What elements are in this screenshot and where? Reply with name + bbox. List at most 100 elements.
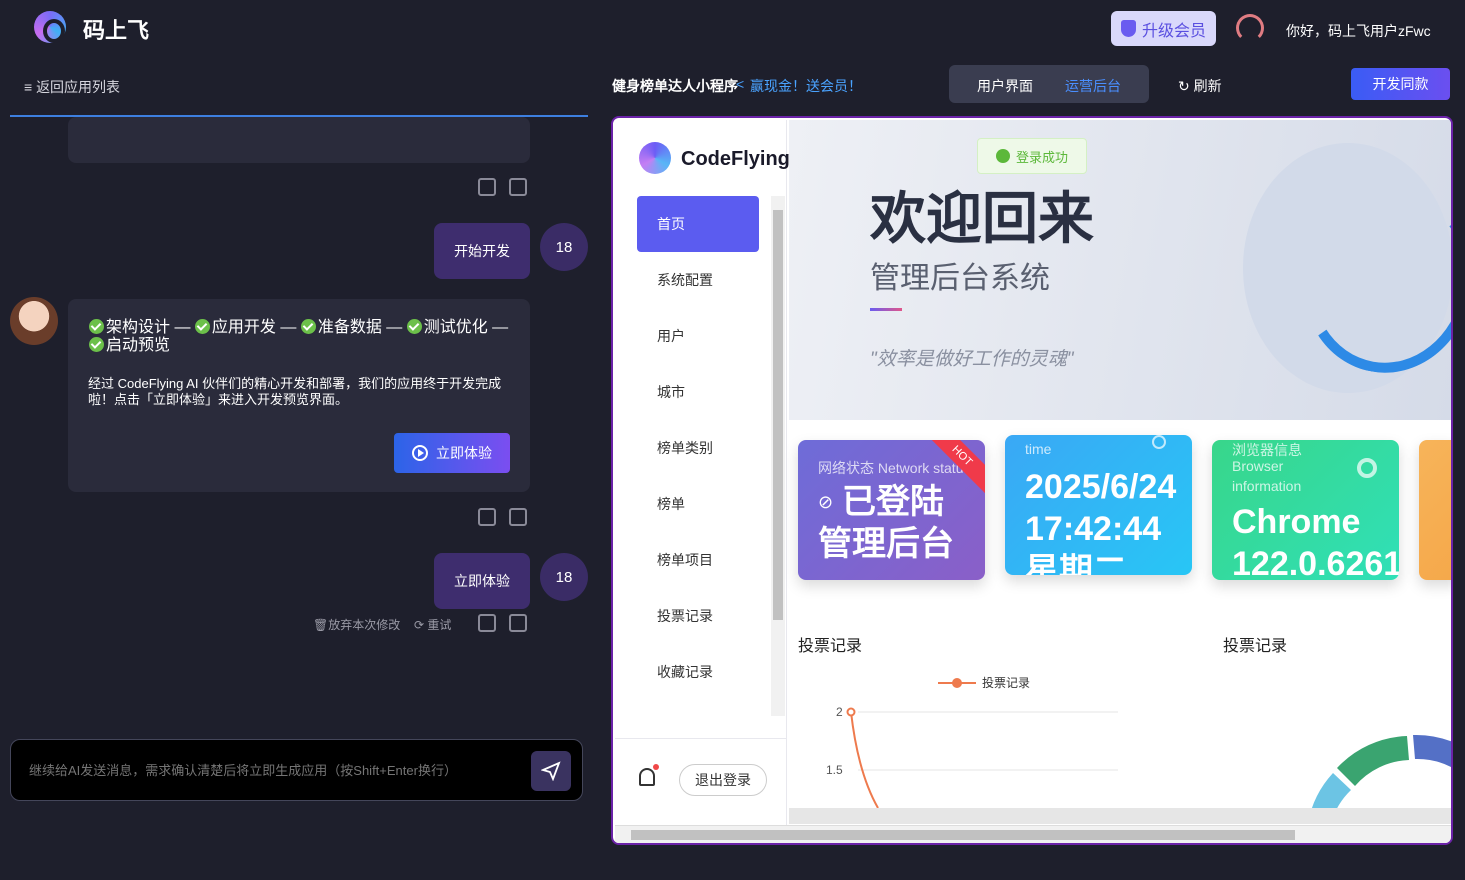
scrollbar-thumb[interactable] [773,210,783,620]
upgrade-label: 升级会员 [1141,22,1206,40]
donut-slice [1337,736,1409,786]
thumbs-down-icon[interactable] [509,614,527,632]
chat-input-box [10,739,583,801]
ai-message-previous [68,117,530,163]
try-now-label: 立即体验 [436,445,492,461]
headset-icon[interactable] [1236,14,1264,42]
card-caption: 网络状态 Network status [818,460,971,476]
app-logo-icon[interactable] [34,11,66,43]
check-icon [89,337,104,352]
thumbs-down-icon[interactable] [509,508,527,526]
logout-button[interactable]: 退出登录 [679,764,767,796]
card-caption: information [1232,478,1302,494]
thumbs-up-icon[interactable] [478,614,496,632]
step-label: 测试优化 [423,319,488,336]
decorative-ring [1243,143,1451,393]
user-message: 开始开发 [434,223,530,279]
success-icon [995,149,1010,163]
card-value: 星期二 [1025,552,1127,575]
shield-icon [1120,20,1136,37]
thumbs-down-icon[interactable] [509,178,527,196]
try-now-button[interactable]: 立即体验 [394,433,510,473]
thumbs-up-icon[interactable] [478,508,496,526]
back-to-app-list-link[interactable]: ≡ 返回应用列表 [24,77,120,97]
retry-button[interactable]: ⟳ 重试 [414,616,451,633]
toast-label: 登录成功 [1015,149,1068,165]
retry-icon: ⟳ [414,618,428,632]
menu-item-cities[interactable]: 城市 [637,364,759,420]
codeflying-logo-icon [639,142,671,174]
card-value: 17:42:44 [1025,510,1162,548]
bell-icon[interactable] [639,768,655,786]
card-caption: time [1025,441,1052,457]
data-point [846,707,856,717]
scrollbar-thumb[interactable] [631,830,1295,840]
step-label: 准备数据 [317,319,382,336]
promo-label: 赢现金！送会员！ [750,78,862,94]
develop-same-button[interactable]: 开发同款 [1351,68,1450,100]
refresh-button[interactable]: ↻ 刷新 [1178,76,1222,96]
card-value: Chrome [1232,503,1361,541]
series-line [850,711,879,809]
check-icon [406,319,422,334]
promo-link[interactable]: < 赢现金！送会员！ [736,76,862,96]
user-message: 立即体验 [434,553,530,609]
user-greeting[interactable]: 你好，码上飞用户zFwc [1286,21,1431,41]
card-value: 已登陆 [842,483,944,521]
refresh-icon: ↻ [1178,78,1194,94]
vote-line-chart: 投票记录 2 1.5 [826,675,1118,809]
chrome-icon [1357,458,1377,478]
card-caption: 浏览器信息 [1232,442,1302,458]
app-name: 健身榜单达人小程序 [612,78,738,94]
card-value: 管理后台 [818,525,954,563]
menu-icon: ≡ [24,79,37,95]
horizontal-scrollbar[interactable] [615,825,1451,843]
tab-admin-view[interactable]: 运营后台 [1065,76,1121,96]
chat-input[interactable] [29,760,509,800]
step-label: 架构设计 [106,319,171,336]
menu-item-list-categories[interactable]: 榜单类别 [637,420,759,476]
back-label: 返回应用列表 [36,79,121,95]
donut-slice [1413,734,1451,768]
preview-brand: CodeFlying [681,148,790,170]
app-preview-frame: CodeFlying 首页 系统配置 用户 城市 榜单类别 榜单 榜单项目 投票… [611,116,1453,845]
preview-sidebar: CodeFlying 首页 系统配置 用户 城市 榜单类别 榜单 榜单项目 投票… [615,120,790,825]
section-title: 投票记录 [1223,638,1288,655]
content-scrollbar[interactable] [789,808,1451,824]
menu-item-system-config[interactable]: 系统配置 [637,252,759,308]
welcome-subtitle: 管理后台系统 [870,262,1050,295]
thumbs-up-icon[interactable] [478,178,496,196]
partial-card [1419,440,1451,580]
retry-label: 重试 [427,618,452,632]
menu-item-favorites[interactable]: 收藏记录 [637,644,759,700]
menu-item-lists[interactable]: 榜单 [637,476,759,532]
menu-item-users[interactable]: 用户 [637,308,759,364]
card-caption: Browser [1232,458,1284,474]
progress-steps: 架构设计 — 应用开发 — 准备数据 — 测试优化 — 启动预览 [89,319,509,355]
menu-item-home[interactable]: 首页 [637,196,759,252]
check-icon [89,319,104,334]
send-button[interactable] [531,751,571,791]
discard-label: 放弃本次修改 [328,618,401,632]
user-avatar: 18 [540,553,588,601]
check-icon [194,319,210,334]
legend-marker [952,678,962,688]
menu-item-list-items[interactable]: 榜单项目 [637,532,759,588]
motto: "效率是做好工作的灵魂" [870,349,1074,370]
top-bar: 码上飞 升级会员 你好，码上飞用户zFwc [0,0,1465,60]
y-tick-label: 2 [836,705,843,719]
brand-name: 码上飞 [83,18,150,43]
step-label: 启动预览 [106,337,171,354]
upgrade-button[interactable]: 升级会员 [1111,11,1216,46]
discard-changes-button[interactable]: 🗑放弃本次修改 [313,616,400,633]
menu-item-vote-records[interactable]: 投票记录 [637,588,759,644]
y-tick-label: 1.5 [826,763,843,777]
trash-icon: 🗑 [313,618,329,632]
tab-user-view[interactable]: 用户界面 [977,76,1033,96]
check-icon [300,319,316,334]
send-icon [541,761,561,781]
card-value: 2025/6/24 [1025,468,1177,506]
link-icon: ⊘ [818,492,834,512]
clock-icon [1152,435,1166,449]
sidebar-scrollbar[interactable] [771,196,785,716]
